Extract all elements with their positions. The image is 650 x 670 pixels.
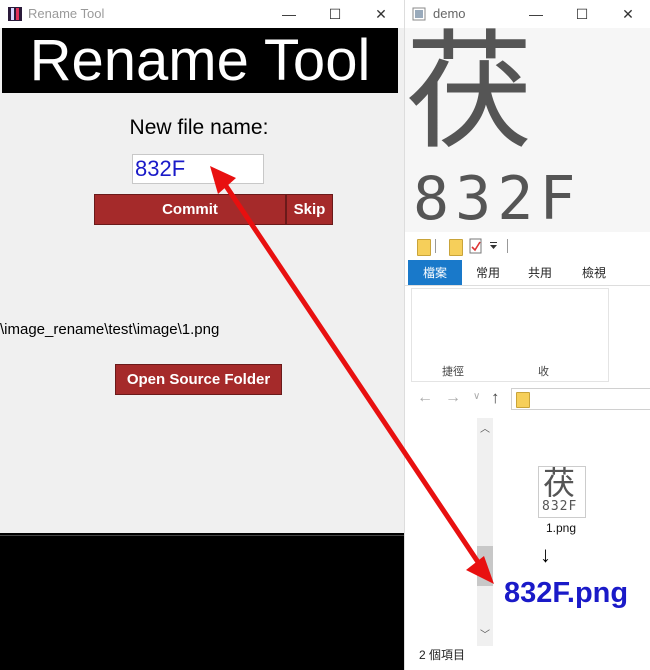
red-arrow-line [219, 178, 489, 576]
down-arrow-icon: ↓ [540, 542, 551, 567]
annotation-arrow [210, 166, 494, 584]
red-arrowhead-top [210, 166, 236, 194]
result-filename-label: 832F.png [504, 577, 629, 609]
red-arrowhead-bottom [466, 556, 494, 584]
